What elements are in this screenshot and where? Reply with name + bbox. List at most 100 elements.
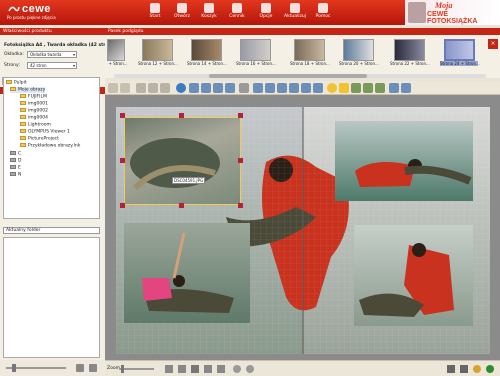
photo-filename-tooltip: DSC04591.JPG xyxy=(172,177,206,184)
resize-handle[interactable] xyxy=(179,203,184,208)
zoom-fit-icon[interactable] xyxy=(389,83,399,93)
resize-handle[interactable] xyxy=(238,113,243,118)
resize-handle[interactable] xyxy=(238,203,243,208)
page-thumbnail[interactable] xyxy=(394,39,425,61)
product-properties-header: Właściwości produktu xyxy=(0,28,105,35)
copy-icon[interactable] xyxy=(148,83,158,93)
tree-item[interactable]: Moje obrazy xyxy=(10,87,46,93)
current-folder-select[interactable]: Aktualny folder xyxy=(3,227,100,234)
page-thumbnail[interactable] xyxy=(343,39,374,61)
redo-icon[interactable] xyxy=(120,83,130,93)
resize-handle[interactable] xyxy=(120,203,125,208)
options-button[interactable]: Opcje xyxy=(254,1,278,24)
undo-icon[interactable] xyxy=(108,83,118,93)
shape-icon[interactable] xyxy=(351,83,361,93)
photo-list[interactable] xyxy=(3,237,100,358)
page-thumbnail[interactable] xyxy=(294,39,325,61)
print-icon[interactable] xyxy=(460,365,468,373)
tree-item[interactable]: Pulpit xyxy=(6,80,27,86)
cover-select[interactable]: Okładka twarda xyxy=(27,51,77,58)
tree-item[interactable]: img0001 xyxy=(20,101,48,107)
drive-icon xyxy=(10,165,16,169)
page-thumbnail-label: Strona 22 + Stron... xyxy=(390,61,430,66)
drive-item[interactable]: D xyxy=(10,158,21,164)
cart-button[interactable]: Koszyk xyxy=(197,1,221,24)
tree-item[interactable]: FUJIFILM xyxy=(20,94,47,100)
clipart-icon[interactable] xyxy=(213,83,223,93)
first-page-icon[interactable] xyxy=(165,365,173,373)
tree-item[interactable]: OLYMPUS Viewer 1 xyxy=(20,129,70,135)
drive-item[interactable]: E xyxy=(10,165,21,171)
tree-item[interactable]: PictureProject xyxy=(20,136,59,142)
globe-icon[interactable] xyxy=(176,83,186,93)
update-button[interactable]: Aktualizuj xyxy=(283,1,307,24)
photo-frame[interactable] xyxy=(354,225,473,326)
size-slider-handle[interactable] xyxy=(12,364,16,372)
align-bottom-icon[interactable] xyxy=(301,83,311,93)
help-button[interactable]: Pomoc xyxy=(311,1,335,24)
confirm-icon[interactable] xyxy=(486,365,494,373)
frame-icon[interactable] xyxy=(225,83,235,93)
layer-down-icon[interactable] xyxy=(375,83,385,93)
prev-page-icon[interactable] xyxy=(178,365,186,373)
save-icon[interactable] xyxy=(447,365,455,373)
home-icon xyxy=(150,3,160,13)
page-thumbnail-label: + Stron... xyxy=(108,61,128,66)
layer-up-icon[interactable] xyxy=(363,83,373,93)
pricelist-button[interactable]: Cennik xyxy=(225,1,249,24)
resize-handle[interactable] xyxy=(238,158,243,163)
zoom-slider-handle[interactable] xyxy=(121,365,124,373)
resize-handle[interactable] xyxy=(120,113,125,118)
drive-item[interactable]: N xyxy=(10,172,21,178)
cut-icon[interactable] xyxy=(136,83,146,93)
page-thumbnail-label: Strona 24 + Stron... xyxy=(440,61,480,66)
tree-item[interactable]: img0002 xyxy=(20,108,48,114)
open-button[interactable]: Otwórz xyxy=(170,1,194,24)
crop-icon[interactable] xyxy=(401,83,411,93)
tree-item[interactable]: img0004 xyxy=(20,115,48,121)
grid-view-icon[interactable] xyxy=(76,364,84,372)
align-center-icon[interactable] xyxy=(265,83,275,93)
background-icon[interactable] xyxy=(189,83,199,93)
tree-item[interactable]: Lightroom xyxy=(20,122,51,128)
page-overview-icon[interactable] xyxy=(191,365,199,373)
close-icon[interactable]: × xyxy=(488,39,498,49)
align-top-icon[interactable] xyxy=(289,83,299,93)
photo-frame-selected[interactable] xyxy=(124,117,241,205)
start-button[interactable]: Start xyxy=(143,1,167,24)
photobook-spread[interactable] xyxy=(116,107,490,354)
text-icon[interactable] xyxy=(339,83,349,93)
last-page-icon[interactable] xyxy=(217,365,225,373)
image-icon[interactable] xyxy=(201,83,211,93)
smiley-icon[interactable] xyxy=(327,83,337,93)
pages-select[interactable]: 42 stron xyxy=(27,62,77,69)
drive-item[interactable]: C xyxy=(10,151,21,157)
folder-icon xyxy=(20,108,26,112)
page-thumbnail[interactable] xyxy=(191,39,222,61)
tree-item[interactable]: Przykładowe obrazy.lnk xyxy=(20,143,80,149)
distribute-icon[interactable] xyxy=(313,83,323,93)
resize-handle[interactable] xyxy=(120,158,125,163)
rotate-right-icon[interactable] xyxy=(246,365,254,373)
photo-frame[interactable] xyxy=(335,121,473,201)
rotate-left-icon[interactable] xyxy=(233,365,241,373)
grid-icon[interactable] xyxy=(239,83,249,93)
page-thumbnail[interactable] xyxy=(107,39,125,61)
list-view-icon[interactable] xyxy=(89,364,97,372)
scrollbar-thumb[interactable] xyxy=(209,74,367,78)
folder-tree[interactable]: Pulpit Moje obrazy FUJIFILM img0001 img0… xyxy=(3,77,100,219)
align-left-icon[interactable] xyxy=(253,83,263,93)
resize-handle[interactable] xyxy=(179,113,184,118)
photo-frame[interactable] xyxy=(124,223,250,323)
paste-icon[interactable] xyxy=(160,83,170,93)
next-page-icon[interactable] xyxy=(204,365,212,373)
zoom-slider-track[interactable] xyxy=(119,368,154,370)
page-thumbnail-label: Strona 20 + Stron... xyxy=(339,61,379,66)
page-thumbnail[interactable] xyxy=(142,39,173,61)
cewe-mark-icon xyxy=(8,6,20,12)
align-right-icon[interactable] xyxy=(277,83,287,93)
page-thumbnail[interactable] xyxy=(240,39,271,61)
order-icon[interactable] xyxy=(473,365,481,373)
preview-scrollbar[interactable] xyxy=(114,74,486,78)
page-thumbnail-selected[interactable] xyxy=(444,39,475,61)
